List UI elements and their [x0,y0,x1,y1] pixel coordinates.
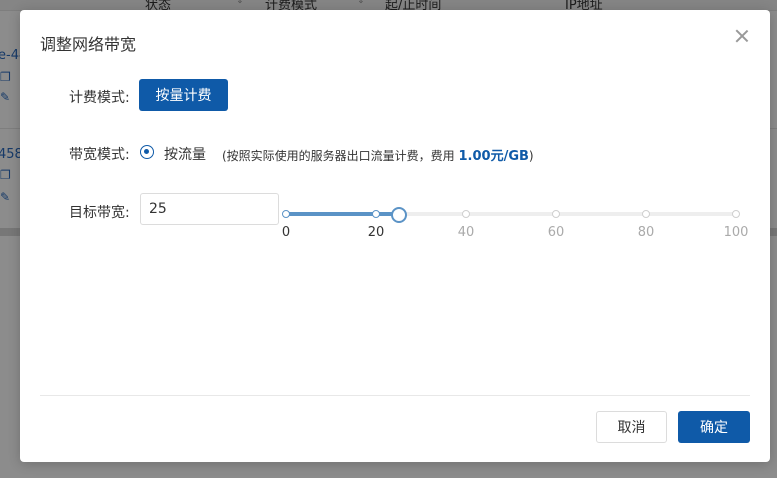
price-value: 1.00元/GB [458,149,529,164]
slider-step-dot[interactable] [642,210,650,218]
slider-step-dot[interactable] [462,210,470,218]
adjust-bandwidth-dialog: 调整网络带宽 计费模式: 按量计费 带宽模式: 按流量 (按照实际使用的服务器出… [20,10,770,462]
slider-mark-label[interactable]: 60 [536,225,576,240]
bandwidth-slider-track [286,212,399,216]
slider-mark-label[interactable]: 100 [716,225,756,240]
bandwidth-mode-label: 带宽模式: [69,147,130,163]
target-bandwidth-input[interactable] [140,193,279,225]
slider-step-dot[interactable] [732,210,740,218]
billing-mode-button[interactable]: 按量计费 [139,79,228,111]
target-bandwidth-label: 目标带宽: [69,205,130,221]
slider-mark-label[interactable]: 40 [446,225,486,240]
slider-mark-label[interactable]: 0 [266,225,306,240]
slider-mark-label[interactable]: 20 [356,225,396,240]
description-close: ) [528,149,534,163]
footer-divider [40,395,750,396]
bandwidth-mode-option[interactable]: 按流量 [164,144,206,164]
dialog-title: 调整网络带宽 [40,35,137,54]
description-text: (按照实际使用的服务器出口流量计费，费用 [222,149,459,163]
slider-mark-label[interactable]: 80 [626,225,666,240]
close-icon[interactable] [734,28,750,44]
slider-step-dot[interactable] [552,210,560,218]
confirm-button[interactable]: 确定 [678,411,750,443]
bandwidth-slider-handle[interactable] [390,207,407,223]
billing-mode-label: 计费模式: [69,90,130,106]
bandwidth-mode-radio[interactable] [140,145,154,159]
slider-step-dot[interactable] [282,210,290,218]
cancel-button[interactable]: 取消 [596,411,667,443]
slider-step-dot[interactable] [372,210,380,218]
bandwidth-mode-description: (按照实际使用的服务器出口流量计费，费用 1.00元/GB) [222,145,534,164]
